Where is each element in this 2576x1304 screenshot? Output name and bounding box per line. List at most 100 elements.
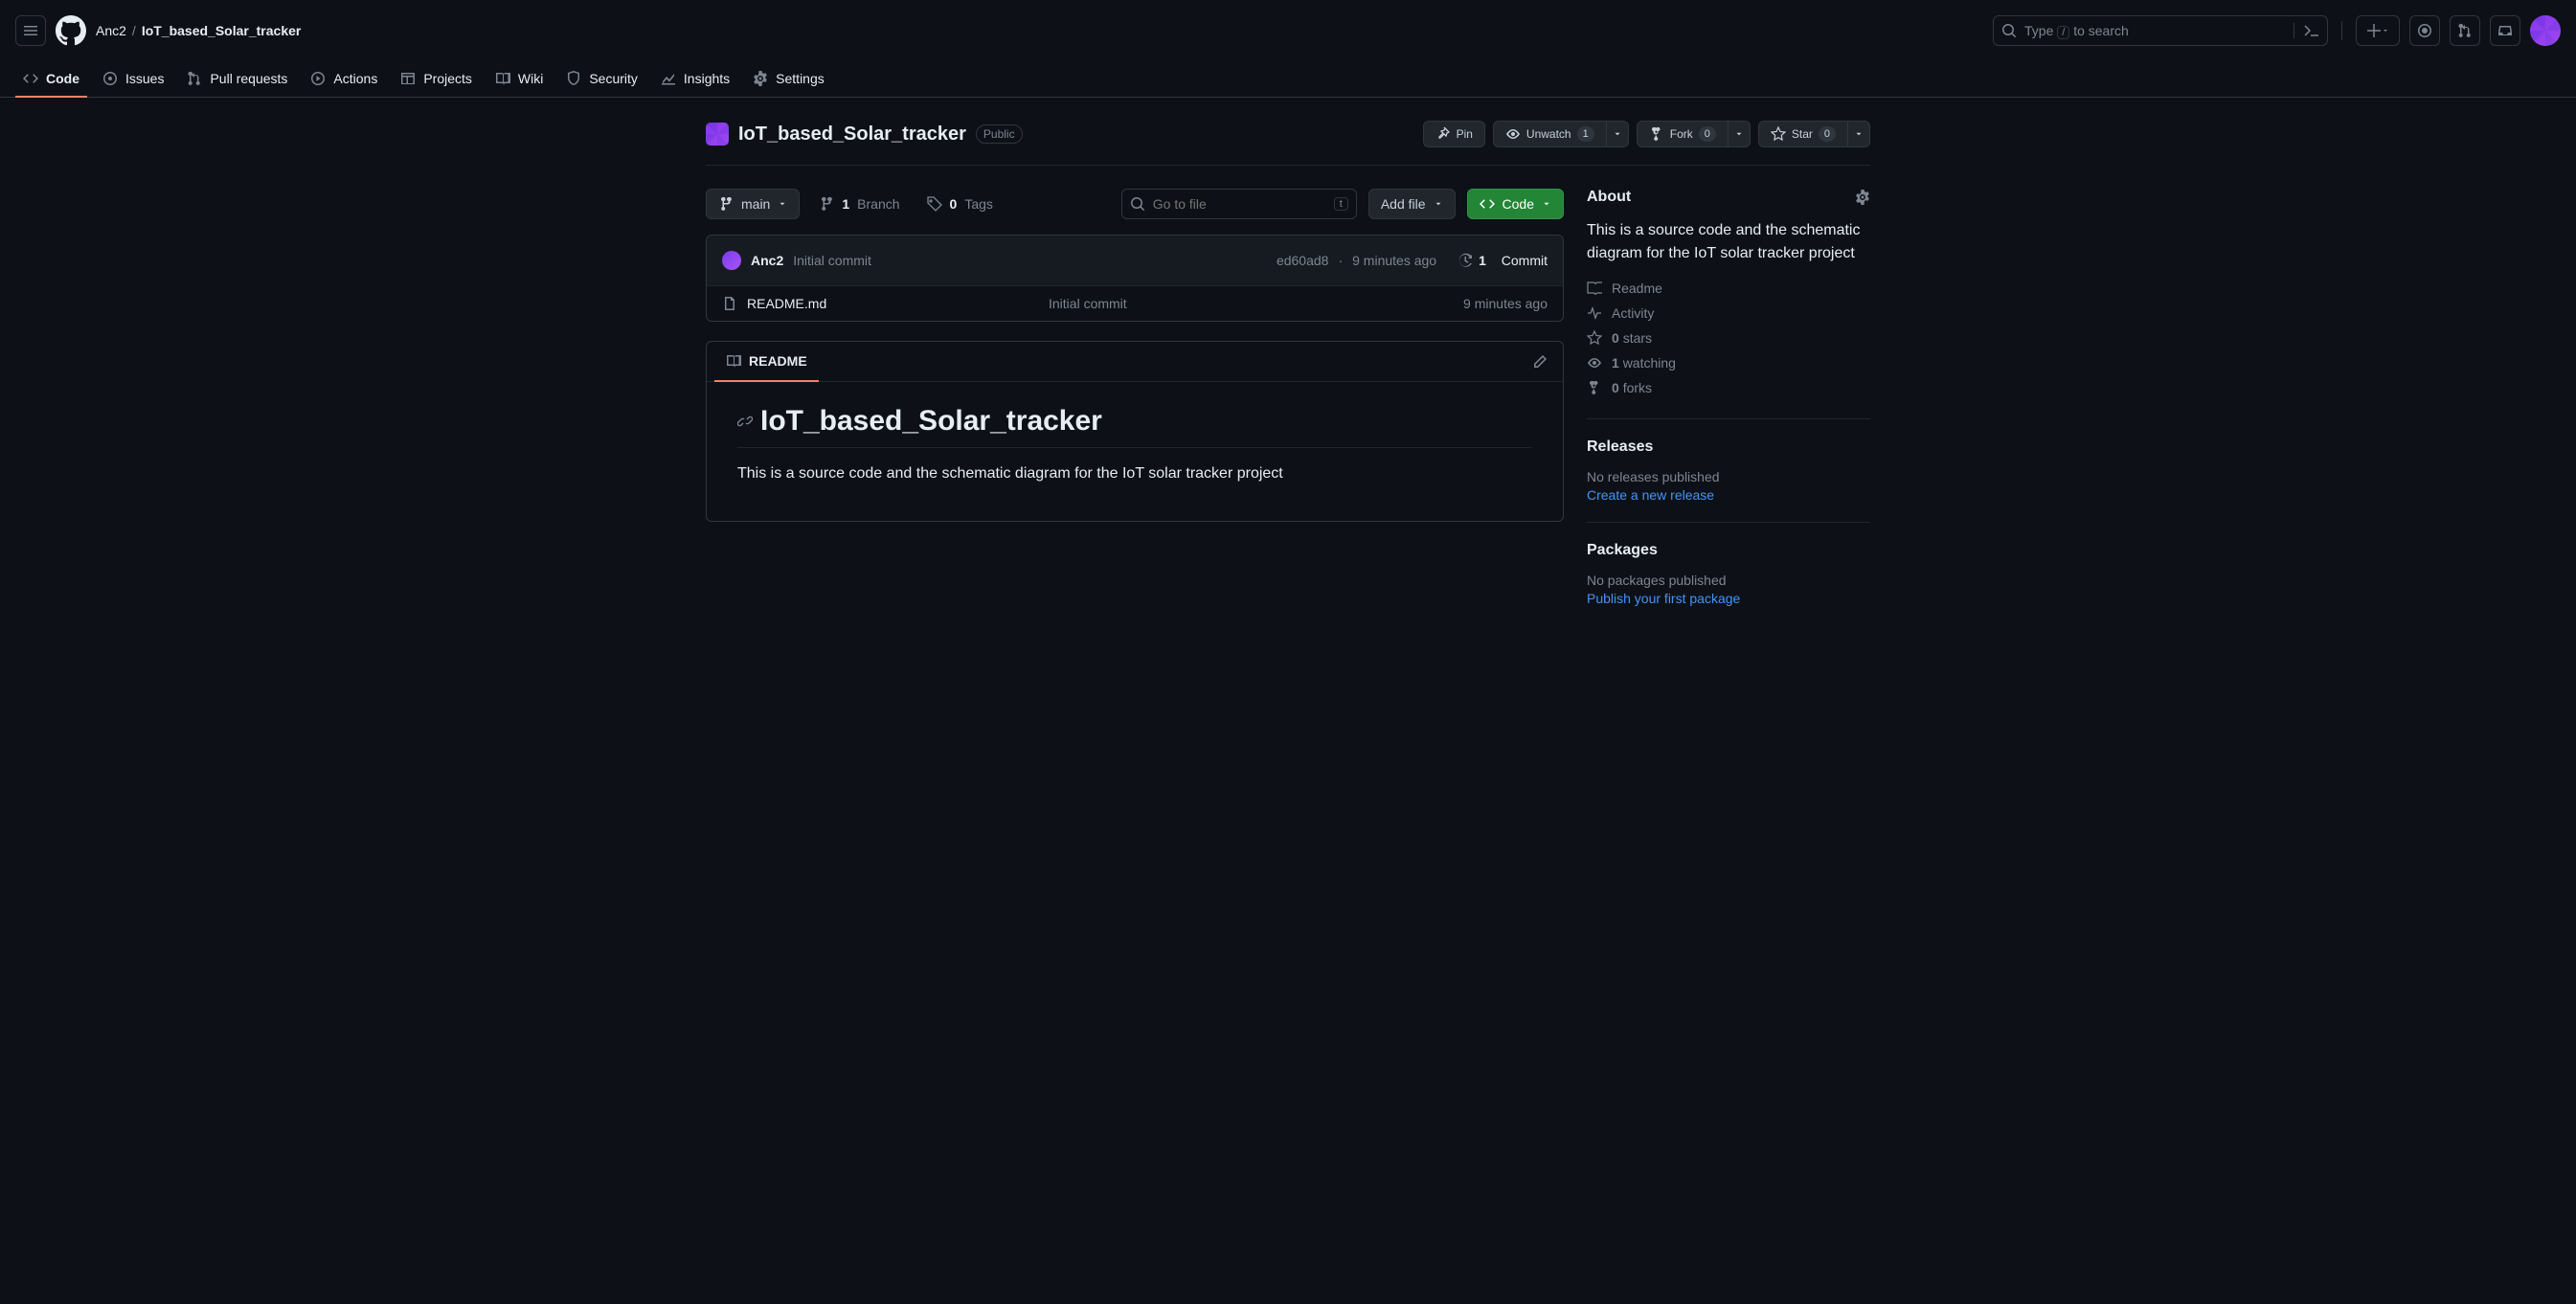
git-pull-request-icon bbox=[187, 71, 202, 86]
caret-down-icon bbox=[2382, 27, 2389, 34]
branch-picker[interactable]: main bbox=[706, 189, 800, 219]
branches-link[interactable]: 1 Branch bbox=[811, 196, 907, 212]
tag-icon bbox=[927, 196, 942, 212]
tab-issues[interactable]: Issues bbox=[95, 61, 171, 98]
menu-button[interactable] bbox=[15, 15, 46, 46]
search-icon bbox=[1130, 196, 1145, 212]
tab-insights[interactable]: Insights bbox=[653, 61, 737, 98]
caret-down-icon bbox=[1613, 129, 1622, 139]
add-file-button[interactable]: Add file bbox=[1368, 189, 1456, 219]
issues-button[interactable] bbox=[2409, 15, 2440, 46]
owner-avatar[interactable] bbox=[706, 123, 729, 146]
file-list: Anc2 Initial commit ed60ad8 · 9 minutes … bbox=[706, 235, 1564, 322]
commit-message[interactable]: Initial commit bbox=[793, 253, 871, 268]
fork-menu[interactable] bbox=[1728, 121, 1751, 147]
git-branch-icon bbox=[718, 196, 734, 212]
fork-icon bbox=[1649, 126, 1664, 142]
global-header: Anc2 / IoT_based_Solar_tracker Type / to… bbox=[0, 0, 2576, 61]
star-menu[interactable] bbox=[1847, 121, 1870, 147]
star-icon bbox=[1587, 330, 1602, 346]
repo-name[interactable]: IoT_based_Solar_tracker bbox=[738, 124, 966, 146]
readme-tab[interactable]: README bbox=[714, 342, 819, 382]
commit-sep: · bbox=[1338, 253, 1343, 268]
caret-down-icon bbox=[1734, 129, 1744, 139]
fork-icon bbox=[1587, 380, 1602, 395]
about-title: About bbox=[1587, 189, 1870, 206]
readme-heading: IoT_based_Solar_tracker bbox=[737, 405, 1532, 448]
forks-link[interactable]: 0 forks bbox=[1587, 380, 1870, 395]
table-icon bbox=[400, 71, 416, 86]
file-time: 9 minutes ago bbox=[1375, 296, 1548, 311]
commit-author[interactable]: Anc2 bbox=[751, 253, 783, 268]
unwatch-button[interactable]: Unwatch1 bbox=[1493, 121, 1606, 147]
search-input[interactable]: Type / to search bbox=[1993, 15, 2328, 46]
commit-author-avatar[interactable] bbox=[722, 251, 741, 270]
link-icon[interactable] bbox=[737, 413, 753, 430]
file-commit-msg[interactable]: Initial commit bbox=[1049, 296, 1375, 311]
tab-security[interactable]: Security bbox=[558, 61, 645, 98]
commits-link[interactable]: 1 Commit bbox=[1457, 253, 1548, 268]
eye-icon bbox=[1587, 355, 1602, 371]
main-column: main 1 Branch 0 Tags t Add file Code Anc… bbox=[706, 189, 1564, 625]
fork-button[interactable]: Fork0 bbox=[1637, 121, 1728, 147]
pull-request-icon bbox=[2457, 23, 2473, 38]
owner-link[interactable]: Anc2 bbox=[96, 23, 126, 38]
edit-readme-button[interactable] bbox=[1525, 347, 1555, 377]
divider bbox=[2341, 21, 2342, 40]
tab-wiki[interactable]: Wiki bbox=[487, 61, 551, 98]
go-to-file[interactable]: t bbox=[1121, 189, 1357, 219]
notifications-button[interactable] bbox=[2490, 15, 2520, 46]
play-icon bbox=[310, 71, 326, 86]
issue-icon bbox=[2417, 23, 2432, 38]
releases-title[interactable]: Releases bbox=[1587, 438, 1870, 456]
tab-pulls[interactable]: Pull requests bbox=[179, 61, 295, 98]
go-to-file-input[interactable] bbox=[1153, 196, 1326, 212]
code-icon bbox=[23, 71, 38, 86]
tab-projects[interactable]: Projects bbox=[393, 61, 480, 98]
caret-down-icon bbox=[1434, 199, 1443, 209]
file-name[interactable]: README.md bbox=[747, 296, 826, 311]
commit-time: 9 minutes ago bbox=[1352, 253, 1436, 268]
pulls-button[interactable] bbox=[2450, 15, 2480, 46]
breadcrumb: Anc2 / IoT_based_Solar_tracker bbox=[96, 23, 301, 38]
tab-actions[interactable]: Actions bbox=[303, 61, 385, 98]
activity-link[interactable]: Activity bbox=[1587, 305, 1870, 321]
star-button[interactable]: Star0 bbox=[1758, 121, 1847, 147]
issue-opened-icon bbox=[102, 71, 118, 86]
gear-icon bbox=[1855, 190, 1870, 205]
tab-code[interactable]: Code bbox=[15, 61, 87, 98]
publish-package-link[interactable]: Publish your first package bbox=[1587, 591, 1740, 606]
code-icon bbox=[1480, 196, 1495, 212]
github-logo[interactable] bbox=[56, 15, 86, 46]
repo-link[interactable]: IoT_based_Solar_tracker bbox=[142, 23, 302, 38]
graph-icon bbox=[661, 71, 676, 86]
readme-container: README IoT_based_Solar_tracker This is a… bbox=[706, 341, 1564, 522]
user-avatar[interactable] bbox=[2530, 15, 2561, 46]
commit-sha[interactable]: ed60ad8 bbox=[1277, 253, 1329, 268]
pin-button[interactable]: Pin bbox=[1423, 121, 1485, 147]
code-download-button[interactable]: Code bbox=[1467, 189, 1564, 219]
packages-title[interactable]: Packages bbox=[1587, 542, 1870, 559]
edit-about-button[interactable] bbox=[1855, 189, 1870, 206]
watching-link[interactable]: 1 watching bbox=[1587, 355, 1870, 371]
shield-icon bbox=[566, 71, 581, 86]
create-release-link[interactable]: Create a new release bbox=[1587, 487, 1714, 503]
about-description: This is a source code and the schematic … bbox=[1587, 219, 1870, 265]
tab-settings[interactable]: Settings bbox=[745, 61, 832, 98]
git-branch-icon bbox=[819, 196, 834, 212]
table-row: README.md Initial commit 9 minutes ago bbox=[707, 285, 1563, 321]
command-palette-icon[interactable] bbox=[2294, 23, 2319, 38]
caret-down-icon bbox=[1542, 199, 1551, 209]
watch-menu[interactable] bbox=[1606, 121, 1629, 147]
file-icon bbox=[722, 296, 737, 311]
tags-link[interactable]: 0 Tags bbox=[919, 196, 1001, 212]
book-icon bbox=[1587, 281, 1602, 296]
eye-icon bbox=[1505, 126, 1521, 142]
sidebar: About This is a source code and the sche… bbox=[1587, 189, 1870, 625]
readme-link[interactable]: Readme bbox=[1587, 281, 1870, 296]
stars-link[interactable]: 0 stars bbox=[1587, 330, 1870, 346]
plus-icon bbox=[2366, 23, 2382, 38]
caret-down-icon bbox=[778, 199, 787, 209]
visibility-pill: Public bbox=[976, 124, 1023, 144]
create-new-button[interactable] bbox=[2356, 15, 2400, 46]
